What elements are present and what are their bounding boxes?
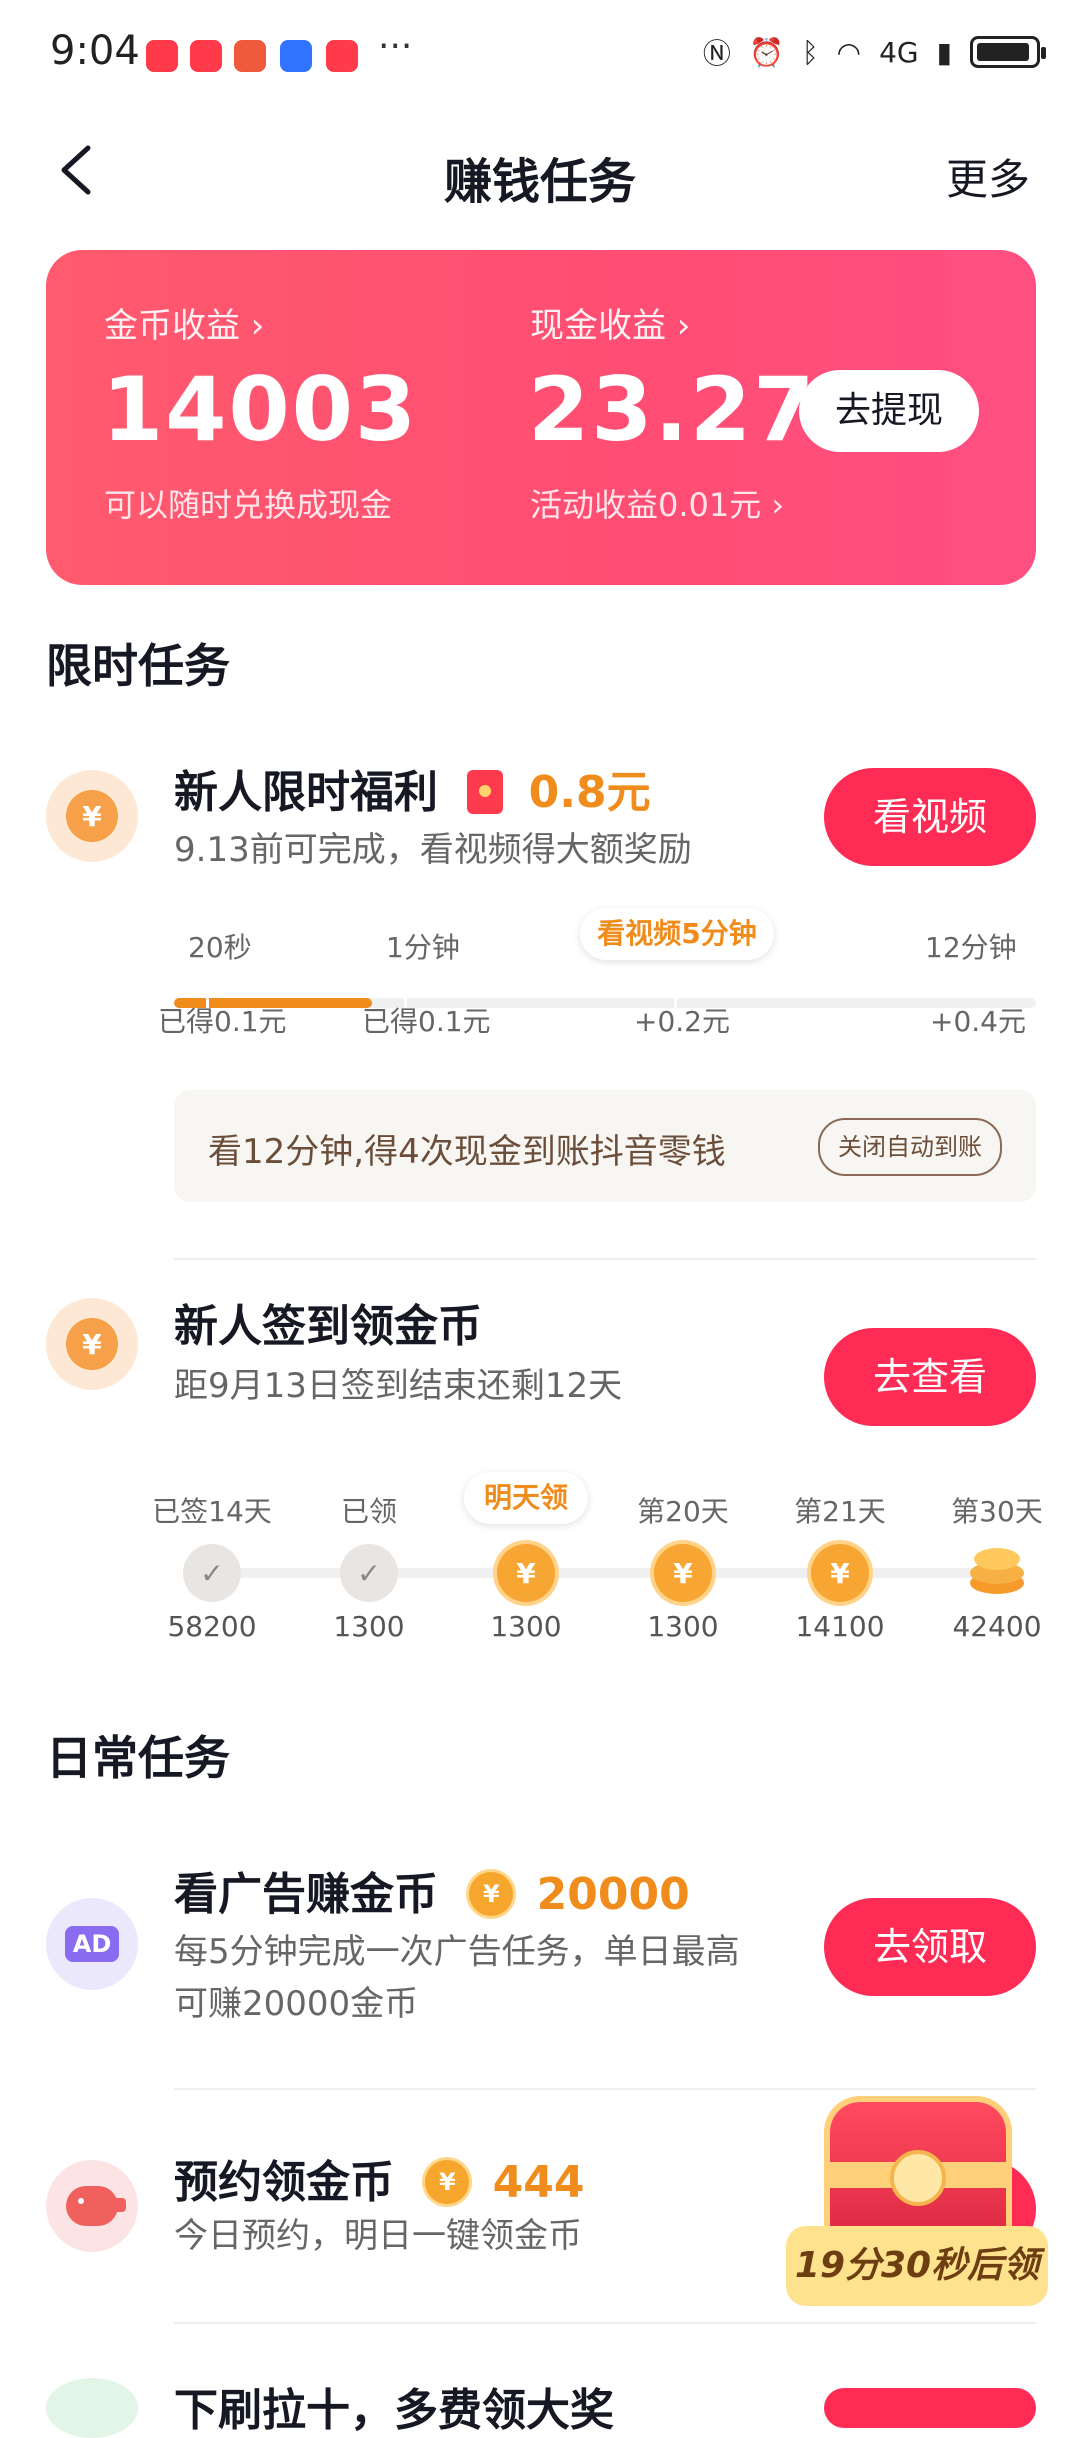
- more-button[interactable]: 更多: [946, 146, 1030, 207]
- checkin-track: [190, 1568, 1000, 1578]
- alarm-icon: ⏰: [748, 35, 784, 69]
- task-description-line: 每5分钟完成一次广告任务，单日最高: [174, 1932, 740, 1972]
- task-icon: AD: [46, 1898, 138, 1990]
- milestone-label: 20秒: [188, 931, 252, 964]
- checkin-day-reward: 1300: [490, 1610, 562, 1643]
- withdraw-button[interactable]: 去提现: [799, 370, 979, 452]
- coin-earnings-label[interactable]: 金币收益 ›: [104, 298, 264, 347]
- ad-icon: AD: [64, 1926, 120, 1962]
- more-notifications-icon: ···: [378, 26, 413, 67]
- section-title-limited: 限时任务: [46, 639, 230, 693]
- milestone-reward: +0.2元: [634, 1005, 730, 1038]
- status-bar: 9:04 ··· Ⓝ ⏰ ᛒ ◠ 4G ▮: [0, 0, 1080, 110]
- checkin-day-label: 第30天: [951, 1495, 1043, 1528]
- chest-countdown[interactable]: 19分30秒后领: [786, 2226, 1048, 2306]
- current-milestone-bubble: 看视频5分钟: [580, 908, 774, 960]
- task-icon: [46, 2378, 138, 2438]
- gold-coin-icon: ¥: [654, 1544, 712, 1602]
- page-title: 赚钱任务: [443, 154, 636, 210]
- task-description: 9.13前可完成，看视频得大额奖励: [174, 830, 692, 870]
- checked-icon: ✓: [183, 1544, 241, 1602]
- checkin-day-reward: 42400: [952, 1610, 1042, 1643]
- task-icon: ¥: [46, 1298, 138, 1390]
- red-packet-icon: [467, 770, 504, 814]
- piggy-bank-icon: [66, 2186, 126, 2226]
- yuan-coin-icon: ¥: [66, 790, 118, 842]
- gold-coin-icon: ¥: [811, 1544, 869, 1602]
- reward-amount: 20000: [536, 1869, 690, 1920]
- activity-earnings-link[interactable]: 活动收益0.01元 ›: [530, 480, 784, 526]
- milestone-reward: 已得0.1元: [158, 1005, 287, 1038]
- divider: [174, 2322, 1036, 2324]
- auto-payout-tip: 看12分钟,得4次现金到账抖音零钱 关闭自动到账: [174, 1090, 1036, 1202]
- milestone-label: 1分钟: [386, 931, 460, 964]
- signal-icon: ▮: [936, 35, 952, 69]
- yuan-coin-icon: ¥: [66, 1318, 118, 1370]
- nav-bar: 赚钱任务 更多: [0, 120, 1080, 230]
- task-description-line: 可赚20000金币: [174, 1984, 419, 2024]
- task-icon: ¥: [46, 770, 138, 862]
- task-title: 新人签到领金币: [174, 1301, 482, 1352]
- notification-icon: [146, 40, 178, 72]
- task-icon: [46, 2160, 138, 2252]
- cash-earnings-value: 23.27: [528, 358, 817, 461]
- battery-icon: [970, 36, 1046, 68]
- milestone-label: 12分钟: [925, 931, 1017, 964]
- checkin-day-reward: 58200: [167, 1610, 257, 1643]
- watch-progress-bar: [174, 998, 1036, 1008]
- gold-coin-icon: ¥: [425, 2160, 470, 2204]
- notification-icon: [326, 40, 358, 72]
- reward-amount: 444: [492, 2157, 585, 2208]
- task-title: 新人限时福利: [174, 767, 438, 818]
- coin-earnings-subtext: 可以随时兑换成现金: [104, 486, 393, 524]
- view-checkin-button[interactable]: 去查看: [824, 1328, 1036, 1426]
- bluetooth-icon: ᛒ: [801, 35, 819, 69]
- nfc-icon: Ⓝ: [702, 37, 731, 70]
- disable-auto-payout-button[interactable]: 关闭自动到账: [818, 1118, 1002, 1176]
- checkin-day-label: 明天领: [464, 1472, 588, 1524]
- coin-stack-icon: [966, 1542, 1028, 1604]
- earnings-card: 金币收益 › 14003 可以随时兑换成现金 现金收益 › 23.27 活动收益…: [46, 250, 1036, 585]
- cash-earnings-label[interactable]: 现金收益 ›: [530, 298, 690, 347]
- coin-earnings-value: 14003: [102, 358, 419, 461]
- checkin-day-reward: 1300: [647, 1610, 719, 1643]
- milestone-reward: +0.4元: [930, 1005, 1026, 1038]
- network-icon: 4G: [879, 35, 919, 69]
- checkin-day-label: 已领: [340, 1495, 397, 1528]
- watch-video-button[interactable]: 看视频: [824, 768, 1036, 866]
- claim-ad-reward-button[interactable]: 去领取: [824, 1898, 1036, 1996]
- divider: [174, 2088, 1036, 2090]
- checkin-day-label: 已签14天: [152, 1495, 272, 1528]
- reward-amount: 0.8元: [528, 767, 651, 818]
- task-title: 下刷拉十，多费领大奖: [174, 2385, 614, 2436]
- tip-text: 看12分钟,得4次现金到账抖音零钱: [208, 1132, 726, 1172]
- task-title: 预约领金币: [174, 2157, 394, 2208]
- gold-coin-icon: ¥: [497, 1544, 555, 1602]
- status-time: 9:04: [50, 28, 140, 74]
- task-description: 距9月13日签到结束还剩12天: [174, 1366, 623, 1406]
- notification-icon: [234, 40, 266, 72]
- checkin-day-label: 第21天: [794, 1495, 886, 1528]
- checkin-day-label: 第20天: [637, 1495, 729, 1528]
- checkin-day-reward: 1300: [333, 1610, 405, 1643]
- divider: [174, 1258, 1036, 1260]
- section-title-daily: 日常任务: [46, 1731, 230, 1785]
- notification-icon: [280, 40, 312, 72]
- gold-coin-icon: ¥: [469, 1872, 514, 1916]
- checked-icon: ✓: [340, 1544, 398, 1602]
- milestone-reward: 已得0.1元: [362, 1005, 491, 1038]
- wifi-icon: ◠: [836, 35, 862, 69]
- task-button[interactable]: [824, 2388, 1036, 2428]
- task-title: 看广告赚金币: [174, 1869, 438, 1920]
- checkin-day-reward: 14100: [795, 1610, 885, 1643]
- notification-icon: [190, 40, 222, 72]
- task-description: 今日预约，明日一键领金币: [174, 2216, 582, 2256]
